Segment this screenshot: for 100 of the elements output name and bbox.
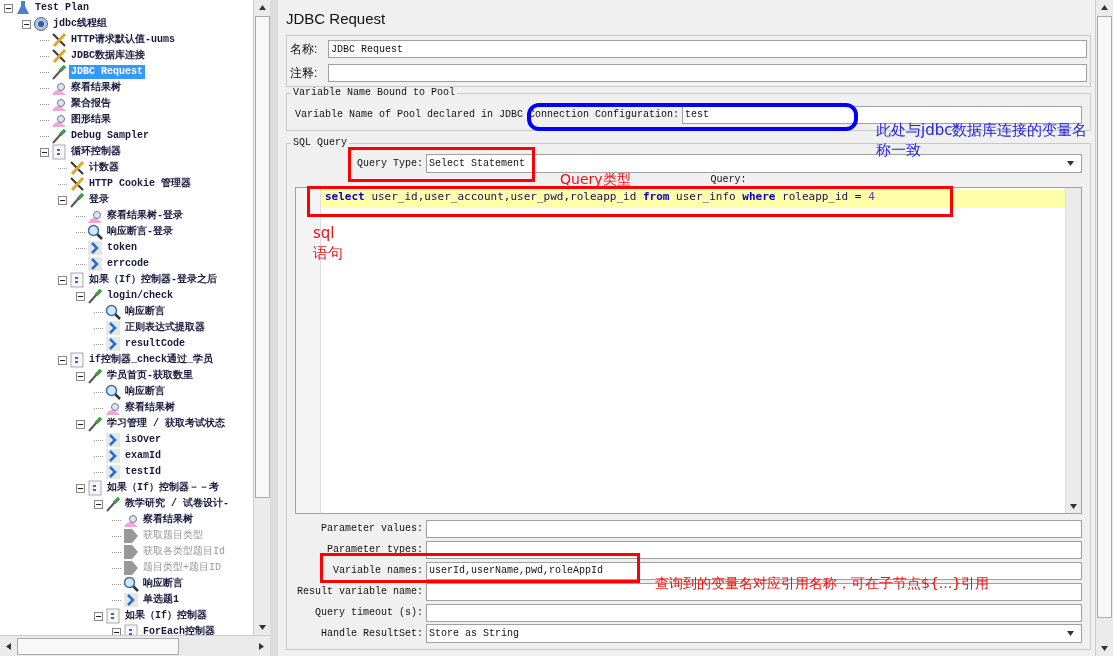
tree-item[interactable]: isOver (123, 433, 163, 447)
tree-item[interactable]: 登录 (87, 193, 111, 207)
tree-item[interactable]: 响应断言 (141, 577, 185, 591)
field-label: Parameter types: (326, 544, 423, 555)
chart-icon (123, 512, 139, 528)
scroll-down-icon[interactable] (1100, 644, 1109, 653)
arrow-icon (123, 560, 139, 576)
tree-item[interactable]: jdbc线程组 (51, 17, 109, 31)
collapse-icon[interactable] (22, 19, 31, 29)
scroll-up-icon[interactable] (257, 3, 267, 12)
vertical-scrollbar[interactable] (253, 0, 270, 635)
group-title: SQL Query (291, 137, 349, 148)
tree-item[interactable]: Test Plan (33, 1, 91, 15)
tree-item[interactable]: examId (123, 449, 163, 463)
magnifier-icon (105, 384, 121, 400)
document-icon (69, 272, 85, 288)
scroll-down-icon[interactable] (257, 623, 267, 632)
tree-item[interactable]: token (105, 241, 139, 255)
dropdown[interactable]: Store as String (426, 624, 1082, 643)
field-label: Query timeout (s): (313, 607, 423, 618)
arrow-icon (123, 528, 139, 544)
input-field[interactable] (328, 64, 1087, 82)
collapse-icon[interactable] (76, 483, 85, 493)
chart-icon (51, 80, 67, 96)
pipette-icon (51, 128, 67, 144)
tree-item[interactable]: HTTP请求默认值-uums (69, 33, 177, 47)
pipette-icon (69, 192, 85, 208)
group-title: Variable Name Bound to Pool (291, 87, 458, 98)
tree-item[interactable]: Debug Sampler (69, 129, 151, 143)
wrench-icon (69, 176, 85, 192)
collapse-icon[interactable] (76, 371, 85, 381)
collapse-icon[interactable] (94, 611, 103, 621)
annotation-note: Query类型 (560, 172, 631, 186)
field-label: Result variable name: (295, 586, 423, 597)
field-label: Variable names: (332, 565, 423, 576)
field-label: Query Type: (357, 157, 423, 169)
scroll-up-icon[interactable] (1100, 3, 1109, 12)
chart-icon (51, 112, 67, 128)
flask-icon (15, 0, 31, 16)
pipette-icon (105, 496, 121, 512)
collapse-icon[interactable] (76, 419, 85, 429)
tree-item[interactable]: 如果（If）控制器-登录之后 (87, 273, 219, 287)
tree-item[interactable]: 响应断言-登录 (105, 225, 175, 239)
field-label: Handle ResultSet: (319, 628, 423, 639)
tree-item[interactable]: 学员首页-获取数里 (105, 369, 195, 383)
tree-item[interactable]: 如果（If）控制器－－考 (105, 481, 221, 495)
chart-icon (87, 208, 103, 224)
tree-item[interactable]: 如果（If）控制器 (123, 609, 209, 623)
pipette-icon (87, 416, 103, 432)
dropdown-arrow-icon[interactable] (1066, 629, 1075, 638)
tree-item[interactable]: 响应断言 (123, 385, 167, 399)
pipette-icon (87, 288, 103, 304)
arrow-icon (123, 544, 139, 560)
magnifier-icon (105, 304, 121, 320)
collapse-icon[interactable] (4, 3, 13, 13)
field-label: Variable Name of Pool declared in JDBC Connection Configuration: (295, 109, 680, 120)
collapse-icon[interactable] (58, 275, 67, 285)
vertical-scrollbar[interactable] (1095, 0, 1113, 656)
tree-item[interactable]: if控制器_check通过_学员 (87, 353, 215, 367)
collapse-icon[interactable] (58, 355, 67, 365)
panel-title: JDBC Request (286, 10, 386, 27)
tree-item[interactable]: 教学研究 / 试卷设计- (123, 497, 231, 511)
scroll-left-icon[interactable] (4, 641, 13, 651)
tree-item[interactable]: 循环控制器 (69, 145, 123, 159)
tree-item[interactable]: 图形结果 (69, 113, 113, 127)
document-icon (105, 608, 121, 624)
tree-item[interactable]: 察看结果树-登录 (105, 209, 185, 223)
input-field[interactable] (426, 540, 1082, 559)
tree-item[interactable]: JDBC数据库连接 (69, 49, 147, 63)
tree-item[interactable]: 聚合报告 (69, 97, 113, 111)
document-icon (87, 480, 103, 496)
scroll-down-icon[interactable] (1069, 502, 1078, 511)
tree-item[interactable]: 计数器 (87, 161, 121, 175)
input-field[interactable]: JDBC Request (328, 40, 1087, 58)
document-icon (51, 144, 67, 160)
scroll-right-icon[interactable] (257, 641, 266, 651)
tree-item[interactable]: ForEach控制器 (141, 625, 217, 635)
input-field[interactable] (426, 603, 1082, 622)
tree-item[interactable]: 学习管理 / 获取考试状态 (105, 417, 227, 431)
horizontal-scrollbar[interactable] (0, 635, 270, 656)
tree-item[interactable]: login/check (105, 289, 175, 303)
tree-item[interactable]: errcode (105, 257, 151, 271)
wrench-icon (51, 48, 67, 64)
tree-item[interactable]: resultCode (123, 337, 187, 351)
tree-item[interactable]: HTTP Cookie 管理器 (87, 177, 193, 191)
collapse-icon[interactable] (76, 291, 85, 301)
tree-item[interactable]: 正则表达式提取器 (123, 321, 207, 335)
tree-item[interactable]: 察看结果树 (123, 401, 177, 415)
collapse-icon[interactable] (94, 499, 103, 509)
tree-item[interactable]: 响应断言 (123, 305, 167, 319)
dropdown-arrow-icon[interactable] (1066, 158, 1075, 168)
tree-item[interactable]: testId (123, 465, 163, 479)
field-label: Query: (710, 175, 747, 187)
field-label: Parameter values: (319, 523, 423, 534)
tree-item[interactable]: 单选题1 (141, 593, 181, 607)
collapse-icon[interactable] (40, 147, 49, 157)
tree-item[interactable]: 察看结果树 (141, 513, 195, 527)
collapse-icon[interactable] (58, 195, 67, 205)
input-field[interactable] (426, 519, 1082, 538)
tree-item[interactable]: 察看结果树 (69, 81, 123, 95)
